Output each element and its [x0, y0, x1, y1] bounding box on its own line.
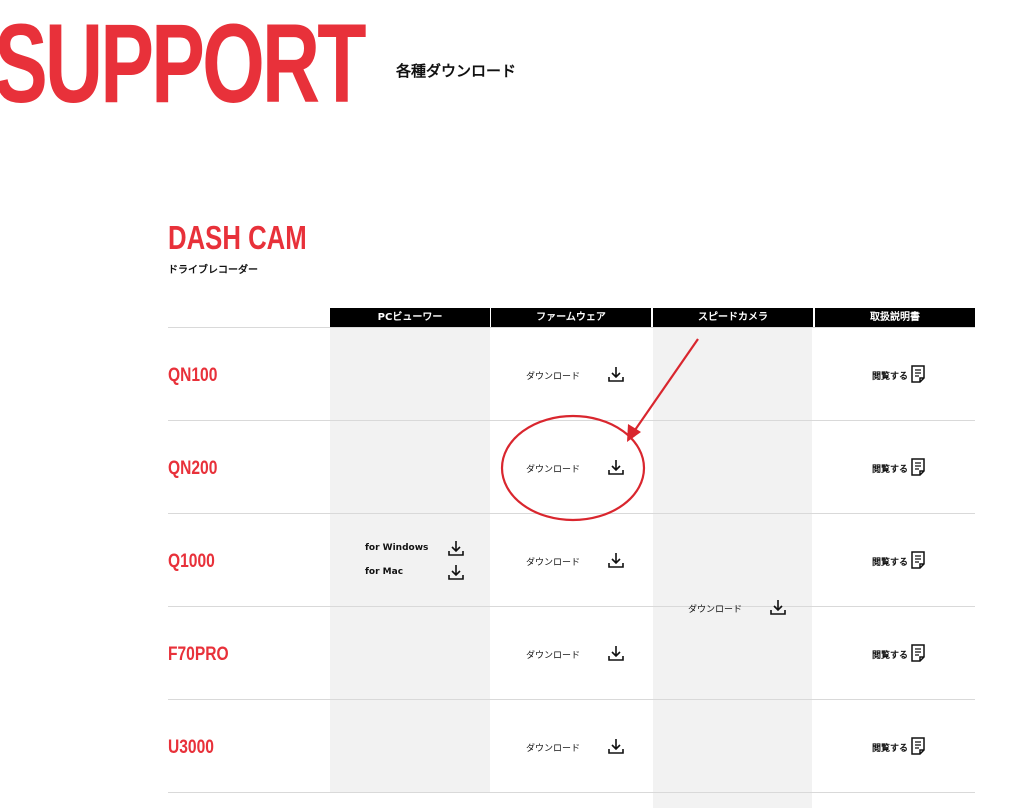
- download-icon[interactable]: [447, 539, 465, 557]
- row-divider: [168, 327, 975, 328]
- document-icon[interactable]: [909, 365, 927, 383]
- firmware-download-link[interactable]: ダウンロード: [526, 555, 580, 568]
- model-name-qn200: QN200: [168, 458, 218, 479]
- manual-view-link[interactable]: 閲覧する: [872, 648, 908, 661]
- column-header-speed-camera: スピードカメラ: [653, 308, 813, 327]
- model-name-u3000: U3000: [168, 737, 214, 758]
- section-subtitle: ドライブレコーダー: [168, 265, 258, 276]
- speed-camera-cell: [653, 327, 812, 808]
- firmware-download-link[interactable]: ダウンロード: [526, 648, 580, 661]
- document-icon[interactable]: [909, 551, 927, 569]
- column-header-pc-viewer: PCビューワー: [330, 308, 490, 327]
- row-divider: [168, 792, 975, 793]
- row-divider: [168, 606, 975, 607]
- manual-view-link[interactable]: 閲覧する: [872, 462, 908, 475]
- column-header-manual: 取扱説明書: [815, 308, 975, 327]
- pc-viewer-windows-link[interactable]: for Windows: [365, 543, 428, 553]
- manual-view-link[interactable]: 閲覧する: [872, 555, 908, 568]
- manual-view-link[interactable]: 閲覧する: [872, 741, 908, 754]
- download-icon[interactable]: [769, 598, 787, 616]
- download-icon[interactable]: [447, 563, 465, 581]
- manual-view-link[interactable]: 閲覧する: [872, 369, 908, 382]
- page-title: SUPPORT: [0, 1, 367, 126]
- row-divider: [168, 699, 975, 700]
- pc-viewer-mac-link[interactable]: for Mac: [365, 567, 403, 577]
- firmware-download-link[interactable]: ダウンロード: [526, 741, 580, 754]
- annotation-arrowhead: [627, 424, 641, 442]
- document-icon[interactable]: [909, 737, 927, 755]
- model-name-qn100: QN100: [168, 365, 218, 386]
- model-name-q1000: Q1000: [168, 551, 215, 572]
- download-icon[interactable]: [607, 458, 625, 476]
- section-title: DASH CAM: [168, 219, 307, 256]
- download-icon[interactable]: [607, 644, 625, 662]
- firmware-download-link[interactable]: ダウンロード: [526, 369, 580, 382]
- download-icon[interactable]: [607, 365, 625, 383]
- row-divider: [168, 513, 975, 514]
- column-header-firmware: ファームウェア: [491, 308, 651, 327]
- page-subtitle: 各種ダウンロード: [396, 62, 517, 80]
- row-divider: [168, 420, 975, 421]
- download-icon[interactable]: [607, 551, 625, 569]
- pc-viewer-cell: [330, 327, 490, 792]
- document-icon[interactable]: [909, 458, 927, 476]
- model-name-f70pro: F70PRO: [168, 644, 229, 665]
- document-icon[interactable]: [909, 644, 927, 662]
- firmware-download-link[interactable]: ダウンロード: [526, 462, 580, 475]
- speed-camera-download-link[interactable]: ダウンロード: [688, 602, 742, 615]
- download-icon[interactable]: [607, 737, 625, 755]
